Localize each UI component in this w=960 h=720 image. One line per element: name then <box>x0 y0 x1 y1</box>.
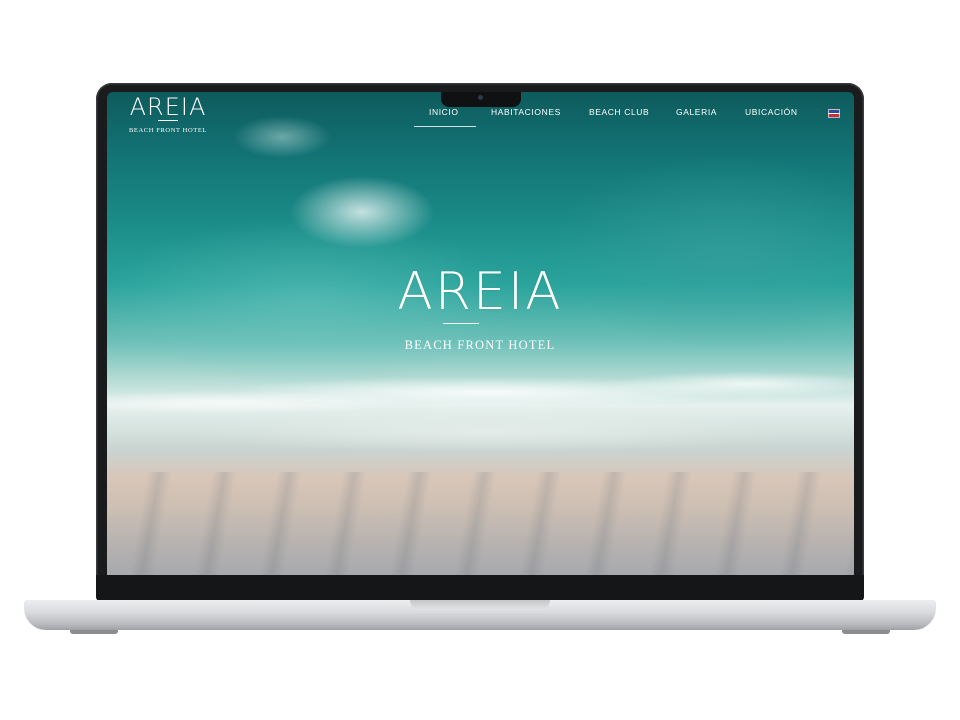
us-flag-icon[interactable] <box>828 109 840 118</box>
nav-ubicacion[interactable]: UBICACIÓN <box>745 107 798 117</box>
beach-shadows <box>107 472 854 575</box>
nav-habitaciones[interactable]: HABITACIONES <box>491 107 561 117</box>
laptop-chin <box>96 575 864 601</box>
nav-beach-club[interactable]: BEACH CLUB <box>589 107 649 117</box>
nav-inicio[interactable]: INICIO <box>429 107 459 117</box>
laptop-foot-left <box>70 630 118 634</box>
hero-background-image <box>107 92 854 575</box>
laptop-foot-right <box>842 630 890 634</box>
nav-galeria[interactable]: GALERIA <box>676 107 717 117</box>
camera-icon <box>478 95 483 100</box>
laptop-opening-notch <box>410 600 550 610</box>
hero-divider <box>443 323 479 324</box>
hero-title: AREIA <box>397 262 563 322</box>
nav-active-indicator <box>414 126 476 127</box>
site-logo[interactable]: AREIA BEACH FRONT HOTEL <box>128 95 208 134</box>
logo-tagline: BEACH FRONT HOTEL <box>129 127 207 134</box>
hero-subtitle: BEACH FRONT HOTEL <box>404 338 556 352</box>
surf-waves <box>107 362 854 452</box>
logo-wordmark: AREIA <box>129 93 207 121</box>
